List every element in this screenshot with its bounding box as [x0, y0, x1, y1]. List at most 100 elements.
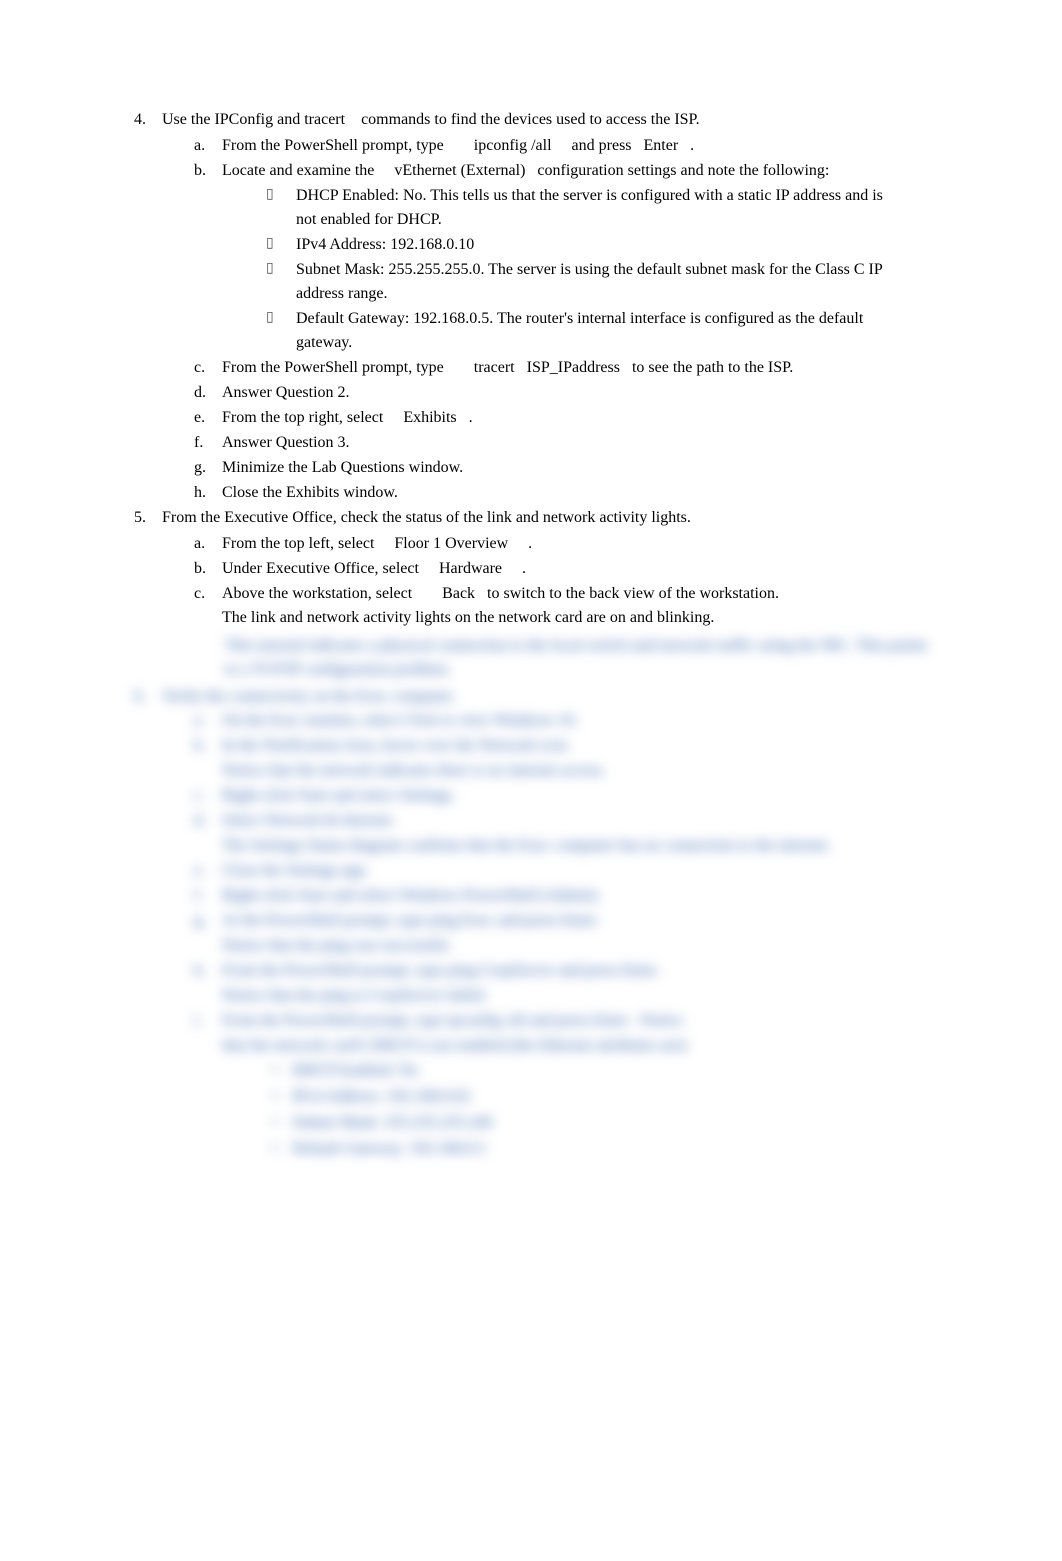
text: From the top left, select — [222, 535, 374, 552]
text: Under Executive Office, select — [222, 560, 419, 577]
bullet-item: ▯ DHCP Enabled: No. This tells us that t… — [266, 184, 937, 232]
step-5-sublist: a. From the top left, select Floor 1 Over… — [130, 532, 937, 630]
bullet-icon: • — [272, 1085, 292, 1109]
sub-letter: c. — [194, 582, 222, 630]
sub-letter: h. — [194, 959, 222, 983]
sub-letter: g. — [194, 456, 222, 480]
bullet-icon: • — [272, 1059, 292, 1083]
term: Hardware — [439, 560, 502, 577]
sub-letter: a. — [194, 709, 222, 733]
sub-body: Answer Question 2. — [222, 381, 937, 405]
sub-letter: i. — [194, 1009, 222, 1033]
sub-item-g: g. Minimize the Lab Questions window. — [194, 456, 937, 480]
sub-body: From the PowerShell prompt, type tracert I… — [222, 356, 937, 380]
sub-letter: c. — [194, 784, 222, 808]
text: commands to find the devices used to acc… — [357, 111, 700, 128]
sub-letter: f. — [194, 431, 222, 455]
text: . — [469, 409, 473, 426]
step-number: 4. — [130, 108, 162, 132]
sub-body: From the PowerShell prompt, typeipconfig… — [222, 134, 937, 158]
sub-letter: a. — [194, 532, 222, 556]
sub-body: In the Notification Area, hover over the… — [222, 734, 937, 758]
document-content: 4. Use the IPConfig and tracert commands… — [130, 108, 937, 1161]
step-4-intro: Use the IPConfig and tracert commands to… — [162, 108, 937, 132]
sub-letter — [194, 759, 222, 783]
sub-body: From the PowerShell prompt, type ipconfi… — [222, 1009, 937, 1033]
sub-item-d: d. Answer Question 2. — [194, 381, 937, 405]
sub-letter: c. — [194, 356, 222, 380]
bullet-text: Subnet Mask: 255.255.255.240 — [292, 1111, 937, 1135]
sub-letter — [194, 934, 222, 958]
text: Use the — [162, 111, 214, 128]
sub-letter — [194, 1034, 222, 1058]
term: vEthernet (External) — [394, 162, 525, 179]
sub-item-a: a. From the top left, select Floor 1 Over… — [194, 532, 937, 556]
step-body: Verify the connectivity on the Exec comp… — [162, 685, 937, 709]
term: Floor 1 Overview — [394, 535, 508, 552]
text: . — [522, 560, 526, 577]
text: and press — [572, 137, 632, 154]
cmd: tracert — [304, 111, 345, 128]
cmd: tracert — [474, 359, 515, 376]
sub-body: Close the Exhibits window. — [222, 481, 937, 505]
bullet-text: Subnet Mask: 255.255.255.0. The server i… — [296, 258, 937, 306]
sub-item-c: c. Above the workstation, selectBackto s… — [194, 582, 937, 630]
text: configuration settings and note the foll… — [537, 162, 829, 179]
bullet-icon: • — [272, 1111, 292, 1135]
bullet-text: Default Gateway: 192.168.0.5 — [292, 1137, 937, 1161]
sub-letter: d. — [194, 809, 222, 833]
key: Enter — [644, 137, 679, 154]
text: From the PowerShell prompt, type — [222, 359, 444, 376]
sub-letter: b. — [194, 557, 222, 581]
sub-letter: g. — [194, 909, 222, 933]
sub-item-c: c. From the PowerShell prompt, type trace… — [194, 356, 937, 380]
sub-body: Notice that the network indicates there … — [222, 759, 937, 783]
sub-letter — [194, 834, 222, 858]
step-5: 5. From the Executive Office, check the … — [130, 506, 937, 530]
text: . — [690, 137, 694, 154]
extra-line: The link and network activity lights on … — [222, 606, 927, 630]
step-4-sublist: a. From the PowerShell prompt, typeipcon… — [130, 134, 937, 505]
bullet-text: IPv4 Address: 192.168.0.10 — [296, 233, 937, 257]
text: From the PowerShell prompt, type — [222, 137, 444, 154]
sub-body: that the network card's DHCP is not enab… — [222, 1034, 937, 1058]
sub-body: Right-click Start and select Windows Pow… — [222, 884, 937, 908]
term: Exhibits — [403, 409, 456, 426]
sub-letter: e. — [194, 859, 222, 883]
bullet-icon: ▯ — [266, 233, 296, 257]
text: From the top right, select — [222, 409, 383, 426]
sub-body: From the PowerShell prompt, type ping Co… — [222, 959, 937, 983]
bullet-text: DHCP Enabled: No. This tells us that the… — [296, 184, 937, 232]
bullet-icon: • — [272, 1137, 292, 1161]
bullet-list: ▯ DHCP Enabled: No. This tells us that t… — [194, 184, 937, 355]
sub-letter: b. — [194, 734, 222, 758]
sub-item-b: b. Under Executive Office, select Hardwar… — [194, 557, 937, 581]
step-number: 6. — [130, 685, 162, 709]
step-5-intro: From the Executive Office, check the sta… — [162, 506, 937, 530]
sub-body: Select Network & Internet. — [222, 809, 937, 833]
sub-item-a: a. From the PowerShell prompt, typeipcon… — [194, 134, 937, 158]
sub-body: At the PowerShell prompt, type ping Exec… — [222, 909, 937, 933]
sub-letter — [194, 984, 222, 1008]
sub-body: Above the workstation, selectBackto swit… — [222, 582, 937, 630]
sub-letter: h. — [194, 481, 222, 505]
sub-letter: a. — [194, 134, 222, 158]
sub-body: Notice that the ping was successful. — [222, 934, 937, 958]
bullet-icon: ▯ — [266, 258, 296, 306]
step-number: 5. — [130, 506, 162, 530]
cmd: IPConfig — [214, 111, 273, 128]
term: Back — [442, 585, 475, 602]
bullet-icon: ▯ — [266, 184, 296, 232]
sub-body: Right-click Start and select Settings. — [222, 784, 937, 808]
bullet-text: Default Gateway: 192.168.0.5. The router… — [296, 307, 937, 355]
sub-body: Under Executive Office, select Hardware. — [222, 557, 937, 581]
blur-step-6: 6. Verify the connectivity on the Exec c… — [130, 685, 937, 709]
sub-body: Locate and examine the vEthernet (Externa… — [222, 159, 937, 183]
sub-body: From the top right, select Exhibits. — [222, 406, 937, 430]
bullet-text: DHCP Enabled: No — [292, 1059, 937, 1083]
bullet-item: ▯ Default Gateway: 192.168.0.5. The rout… — [266, 307, 937, 355]
arg: ISP_IPaddress — [527, 359, 620, 376]
sub-letter: b. — [194, 159, 222, 183]
text: Locate and examine the — [222, 162, 374, 179]
sub-body: Notice that the ping to CorpServer faile… — [222, 984, 937, 1008]
